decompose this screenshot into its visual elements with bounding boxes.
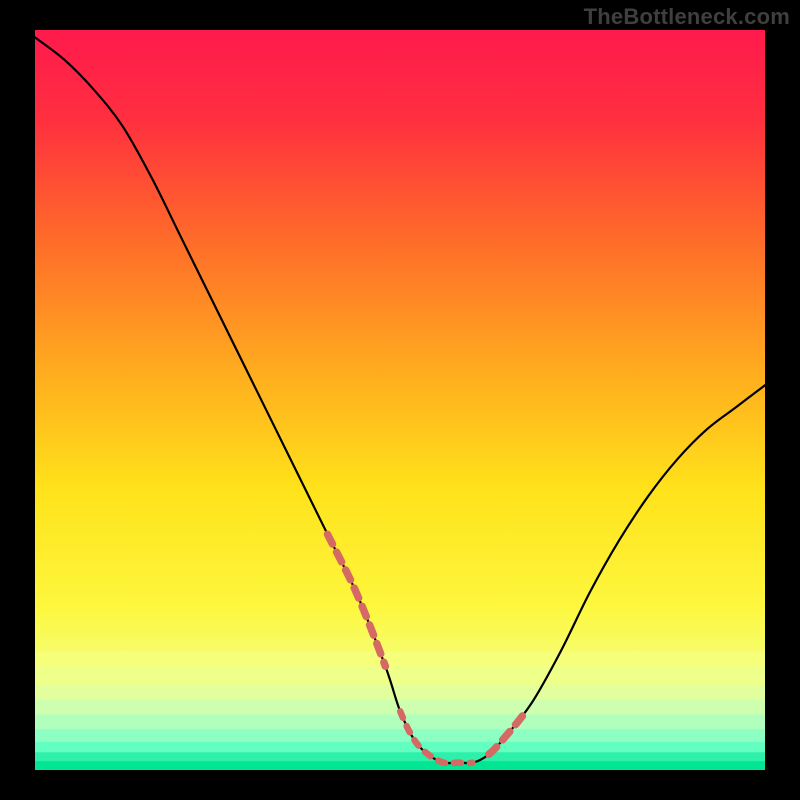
watermark-text: TheBottleneck.com — [584, 4, 790, 30]
chart-frame: TheBottleneck.com — [0, 0, 800, 800]
bottleneck-chart — [0, 0, 800, 800]
